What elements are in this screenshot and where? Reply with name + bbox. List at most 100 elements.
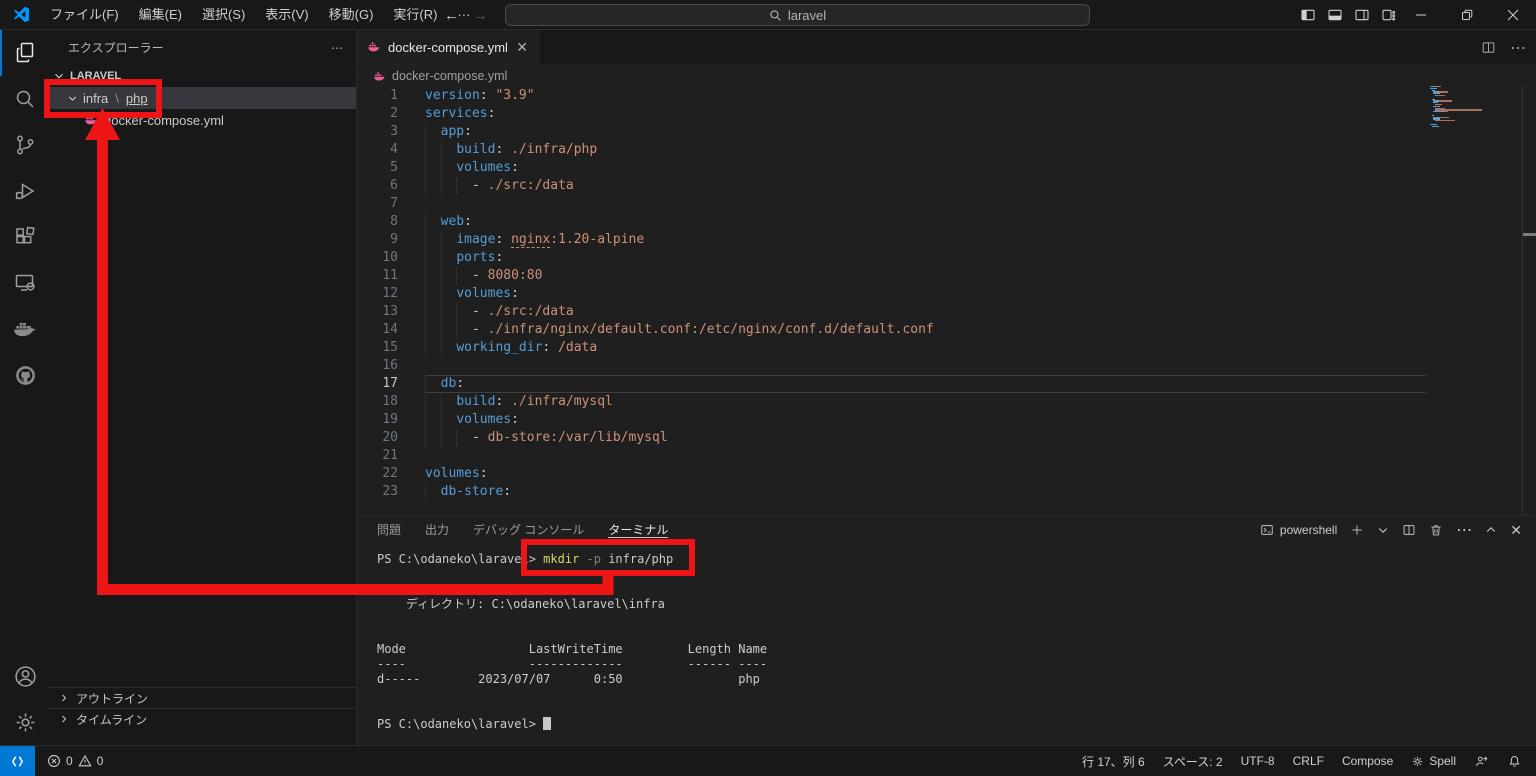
code-line[interactable]: 13- ./src:/data <box>357 303 1536 321</box>
panel-tab[interactable]: 出力 <box>425 523 449 537</box>
tree-item-infra-php[interactable]: infra\php <box>48 87 356 109</box>
line-number: 4 <box>357 141 398 159</box>
run-and-debug-icon[interactable] <box>0 168 48 214</box>
eol-sequence[interactable]: CRLF <box>1293 754 1324 768</box>
terminal-text: d----- 2023/07/07 0:50 php <box>377 672 760 686</box>
code-line[interactable]: 19volumes: <box>357 411 1536 429</box>
close-tab-icon[interactable]: ✕ <box>516 39 528 56</box>
panel-more-actions-icon[interactable]: ⋯ <box>1456 520 1472 540</box>
maximize-panel-chevron-icon[interactable] <box>1485 524 1497 536</box>
split-editor-icon[interactable] <box>1481 40 1496 55</box>
workspace-section-header[interactable]: LARAVEL <box>48 65 356 87</box>
bottom-panel: 問題 出力 デバッグ コンソール ターミナル powershell ⋯ ✕ PS C:… <box>357 515 1536 745</box>
code-area[interactable]: 1version: "3.9"2services:3app:4build: ./… <box>357 87 1536 501</box>
notifications-bell-icon[interactable] <box>1507 754 1522 769</box>
remote-explorer-icon[interactable] <box>0 260 48 306</box>
indent-guide <box>425 321 426 339</box>
encoding[interactable]: UTF-8 <box>1241 754 1275 768</box>
code-line[interactable]: 23db-store: <box>357 483 1536 501</box>
menu-item[interactable]: 編集(E) <box>129 7 192 22</box>
code-token: : <box>456 376 464 391</box>
command-center-search[interactable]: laravel <box>505 4 1090 26</box>
timeline-section[interactable]: タイムライン <box>48 708 356 729</box>
extensions-icon[interactable] <box>0 214 48 260</box>
back-arrow-icon[interactable]: ← <box>444 7 459 24</box>
source-control-icon[interactable] <box>0 122 48 168</box>
indent-guide <box>441 285 442 303</box>
tab-docker-compose[interactable]: docker-compose.yml ✕ <box>357 30 539 64</box>
menu-item[interactable]: ファイル(F) <box>40 7 129 22</box>
explorer-icon[interactable] <box>0 30 48 76</box>
close-window-icon[interactable] <box>1490 0 1536 30</box>
more-actions-icon[interactable]: ⋯ <box>331 41 344 55</box>
editor-group: docker-compose.yml ✕ ⋯ docker-compose.ym… <box>357 30 1536 515</box>
toggle-sidebar-icon[interactable] <box>1294 0 1321 30</box>
search-sidebar-icon[interactable] <box>0 76 48 122</box>
code-line[interactable]: 9image: nginx:1.20-alpine <box>357 231 1536 249</box>
code-line[interactable]: 4build: ./infra/php <box>357 141 1536 159</box>
menu-item[interactable]: 実行(R) <box>383 7 447 22</box>
kill-terminal-trash-icon[interactable] <box>1429 523 1443 537</box>
terminal-output[interactable]: PS C:\odaneko\laravel> mkdir -p infra/ph… <box>357 544 1536 732</box>
restore-icon[interactable] <box>1444 0 1490 30</box>
line-number: 10 <box>357 249 398 267</box>
code-line[interactable]: 5volumes: <box>357 159 1536 177</box>
forward-arrow-icon[interactable]: → <box>473 7 488 24</box>
code-line[interactable]: 3app: <box>357 123 1536 141</box>
code-line[interactable]: 14- ./infra/nginx/default.conf:/etc/ngin… <box>357 321 1536 339</box>
code-line[interactable]: 22volumes: <box>357 465 1536 483</box>
history-nav: ← → <box>444 0 488 30</box>
code-line[interactable]: 7 <box>357 195 1536 213</box>
new-terminal-icon[interactable] <box>1350 523 1364 537</box>
problems-status[interactable]: 0 0 <box>47 754 103 768</box>
line-number: 9 <box>357 231 398 249</box>
panel-tab[interactable]: デバッグ コンソール <box>473 523 584 537</box>
editor-tab-bar: docker-compose.yml ✕ ⋯ <box>357 30 1536 65</box>
toggle-secondary-sidebar-icon[interactable] <box>1348 0 1375 30</box>
panel-tab[interactable]: ターミナル <box>608 523 668 538</box>
menu-item[interactable]: 選択(S) <box>192 7 255 22</box>
indentation[interactable]: スペース: 2 <box>1163 753 1223 770</box>
code-line[interactable]: 1version: "3.9" <box>357 87 1536 105</box>
settings-gear-icon[interactable] <box>0 699 48 745</box>
close-panel-icon[interactable]: ✕ <box>1510 522 1522 539</box>
code-line[interactable]: 11- 8080:80 <box>357 267 1536 285</box>
code-line[interactable]: 18build: ./infra/mysql <box>357 393 1536 411</box>
toggle-panel-icon[interactable] <box>1321 0 1348 30</box>
language-mode[interactable]: Compose <box>1342 754 1393 768</box>
code-line[interactable]: 21 <box>357 447 1536 465</box>
github-icon[interactable] <box>0 352 48 398</box>
code-token: ./infra/mysql <box>511 394 613 409</box>
code-token: ./src:/data <box>488 304 574 319</box>
breadcrumb[interactable]: docker-compose.yml <box>357 65 1536 87</box>
cursor-position[interactable]: 行 17、列 6 <box>1082 753 1145 770</box>
search-icon <box>769 9 782 22</box>
terminal-shell-select[interactable]: powershell <box>1260 523 1337 537</box>
editor-more-actions-icon[interactable]: ⋯ <box>1510 38 1526 58</box>
code-line[interactable]: 2services: <box>357 105 1536 123</box>
panel-tab[interactable]: 問題 <box>377 523 401 537</box>
indent-guide <box>425 375 426 393</box>
minimap[interactable] <box>1430 86 1522 127</box>
code-line[interactable]: 20- db-store:/var/lib/mysql <box>357 429 1536 447</box>
code-line[interactable]: 17db: <box>357 375 1536 393</box>
spell-checker[interactable]: Spell <box>1411 754 1456 768</box>
code-line[interactable]: 6- ./src:/data <box>357 177 1536 195</box>
split-terminal-icon[interactable] <box>1402 523 1416 537</box>
code-line[interactable]: 8web: <box>357 213 1536 231</box>
tree-item-docker-compose[interactable]: docker-compose.yml <box>48 109 356 131</box>
account-icon[interactable] <box>0 653 48 699</box>
minimize-icon[interactable] <box>1398 0 1444 30</box>
terminal-dropdown-chevron-icon[interactable] <box>1377 524 1389 536</box>
outline-section[interactable]: アウトライン <box>48 687 356 708</box>
code-line[interactable]: 12volumes: <box>357 285 1536 303</box>
menu-item[interactable]: 表示(V) <box>255 7 318 22</box>
code-line[interactable]: 16 <box>357 357 1536 375</box>
docker-icon[interactable] <box>0 306 48 352</box>
feedback-icon[interactable] <box>1474 754 1489 769</box>
line-number: 12 <box>357 285 398 303</box>
code-line[interactable]: 10ports: <box>357 249 1536 267</box>
code-line[interactable]: 15working_dir: /data <box>357 339 1536 357</box>
remote-indicator[interactable] <box>0 746 35 776</box>
menu-item[interactable]: 移動(G) <box>319 7 384 22</box>
